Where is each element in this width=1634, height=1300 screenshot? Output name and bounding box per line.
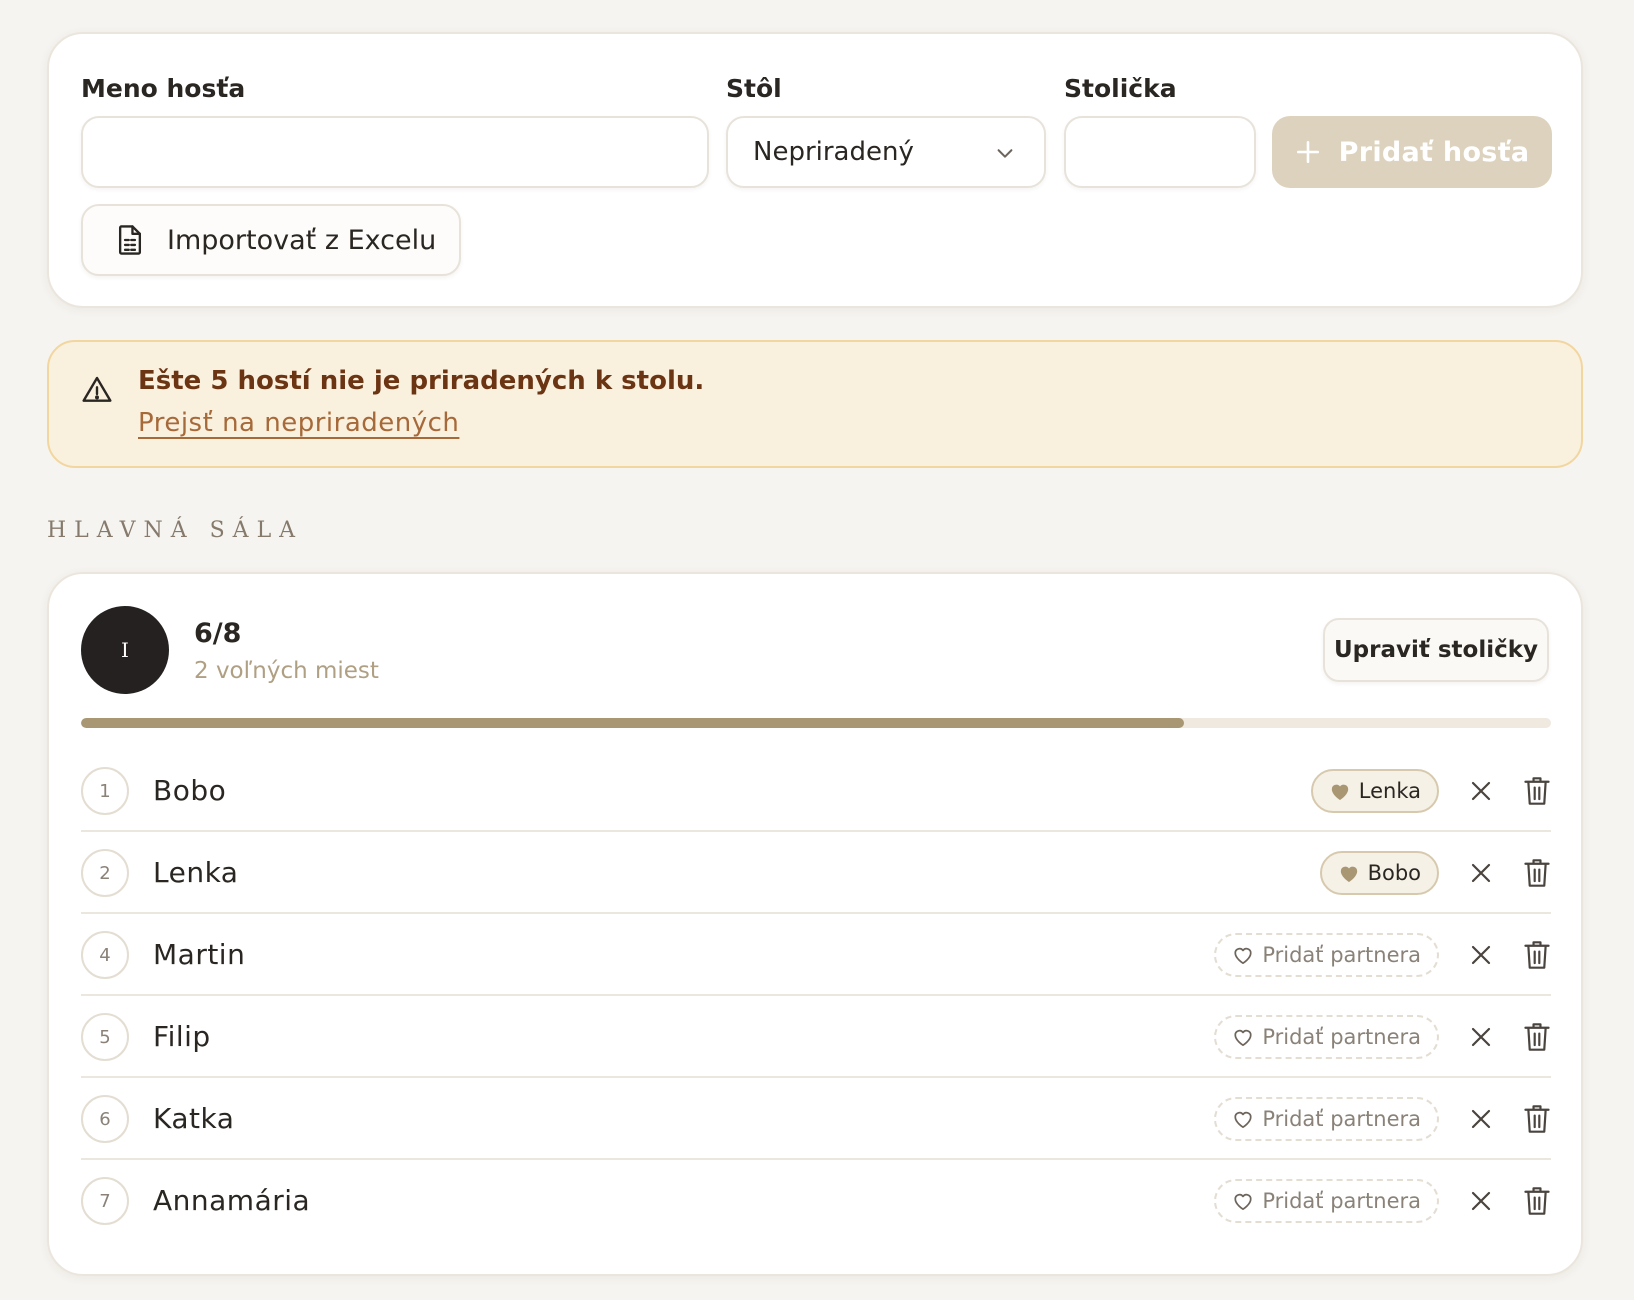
heart-outline-icon — [1234, 1111, 1252, 1129]
guest-name: Filip — [153, 1020, 211, 1053]
occupancy-progress-bar — [81, 718, 1551, 728]
add-partner-button[interactable]: Pridať partnera — [1214, 1015, 1439, 1059]
guest-list: 1 Bobo Lenka 2 Lenka Bobo 4 Martin Pridať partne… — [81, 750, 1551, 1242]
trash-icon[interactable] — [1523, 858, 1551, 888]
heart-filled-icon — [1331, 784, 1348, 801]
partner-label: Pridať partnera — [1262, 1107, 1421, 1131]
add-partner-button[interactable]: Pridať partnera — [1214, 1097, 1439, 1141]
close-icon[interactable] — [1469, 1025, 1493, 1049]
table-occupancy: 6/8 — [194, 618, 242, 649]
close-icon[interactable] — [1469, 1189, 1493, 1213]
seat-number: 4 — [81, 931, 129, 979]
plus-icon — [1296, 140, 1319, 164]
trash-icon[interactable] — [1523, 776, 1551, 806]
table-select-value: Nepriradený — [753, 137, 914, 167]
table-avatar-label: I — [121, 638, 129, 662]
partner-label: Lenka — [1358, 779, 1421, 803]
partner-chip[interactable]: Bobo — [1319, 851, 1439, 895]
section-title: HLAVNÁ SÁLA — [47, 518, 304, 543]
add-guest-button[interactable]: Pridať hosťa — [1272, 116, 1552, 188]
guest-name-label: Meno hosťa — [81, 74, 246, 103]
heart-outline-icon — [1234, 947, 1252, 965]
edit-chairs-button[interactable]: Upraviť stoličky — [1323, 618, 1549, 682]
close-icon[interactable] — [1469, 943, 1493, 967]
table-select[interactable]: Nepriradený — [726, 116, 1046, 188]
guest-name: Annamária — [153, 1184, 311, 1217]
seat-number: 5 — [81, 1013, 129, 1061]
chevron-down-icon — [997, 149, 1013, 158]
close-icon[interactable] — [1469, 861, 1493, 885]
trash-icon[interactable] — [1523, 1104, 1551, 1134]
occupancy-progress-fill — [81, 718, 1184, 728]
seat-number: 6 — [81, 1095, 129, 1143]
seat-number: 7 — [81, 1177, 129, 1225]
partner-label: Pridať partnera — [1262, 1025, 1421, 1049]
guest-row: 6 Katka Pridať partnera — [81, 1078, 1551, 1160]
add-partner-button[interactable]: Pridať partnera — [1214, 933, 1439, 977]
partner-label: Pridať partnera — [1262, 943, 1421, 967]
seat-number: 2 — [81, 849, 129, 897]
go-to-unassigned-link[interactable]: Prejsť na nepriradených — [138, 408, 459, 438]
add-guest-label: Pridať hosťa — [1338, 136, 1530, 168]
heart-filled-icon — [1340, 866, 1357, 883]
chair-label: Stolička — [1064, 74, 1177, 103]
partner-label: Bobo — [1367, 861, 1421, 885]
trash-icon[interactable] — [1523, 940, 1551, 970]
guest-name: Martin — [153, 938, 246, 971]
warning-message: Ešte 5 hostí nie je priradených k stolu. — [138, 366, 705, 396]
heart-outline-icon — [1234, 1029, 1252, 1047]
guest-name: Bobo — [153, 774, 227, 807]
close-icon[interactable] — [1469, 779, 1493, 803]
guest-row: 5 Filip Pridať partnera — [81, 996, 1551, 1078]
guest-row: 4 Martin Pridať partnera — [81, 914, 1551, 996]
unassigned-warning-banner: Ešte 5 hostí nie je priradených k stolu.… — [47, 340, 1583, 468]
table-label: Stôl — [726, 74, 782, 103]
guest-name: Lenka — [153, 856, 239, 889]
trash-icon[interactable] — [1523, 1022, 1551, 1052]
table-avatar: I — [81, 606, 169, 694]
chair-input[interactable] — [1064, 116, 1256, 188]
partner-label: Pridať partnera — [1262, 1189, 1421, 1213]
warning-triangle-icon — [82, 376, 112, 402]
guest-row: 1 Bobo Lenka — [81, 750, 1551, 832]
guest-row: 7 Annamária Pridať partnera — [81, 1160, 1551, 1242]
spreadsheet-file-icon — [118, 225, 142, 255]
guest-name-input[interactable] — [81, 116, 709, 188]
import-excel-label: Importovať z Excelu — [167, 224, 437, 256]
close-icon[interactable] — [1469, 1107, 1493, 1131]
seat-number: 1 — [81, 767, 129, 815]
partner-chip[interactable]: Lenka — [1310, 769, 1439, 813]
guest-name: Katka — [153, 1102, 235, 1135]
guest-form-card: Meno hosťa Stôl Stolička Nepriradený Pri… — [47, 32, 1583, 308]
add-partner-button[interactable]: Pridať partnera — [1214, 1179, 1439, 1223]
import-excel-button[interactable]: Importovať z Excelu — [81, 204, 461, 276]
edit-chairs-label: Upraviť stoličky — [1333, 637, 1539, 663]
table-card: I 6/8 2 voľných miest Upraviť stoličky 1… — [47, 572, 1583, 1276]
heart-outline-icon — [1234, 1193, 1252, 1211]
table-free-seats: 2 voľných miest — [194, 658, 379, 684]
guest-row: 2 Lenka Bobo — [81, 832, 1551, 914]
trash-icon[interactable] — [1523, 1186, 1551, 1216]
